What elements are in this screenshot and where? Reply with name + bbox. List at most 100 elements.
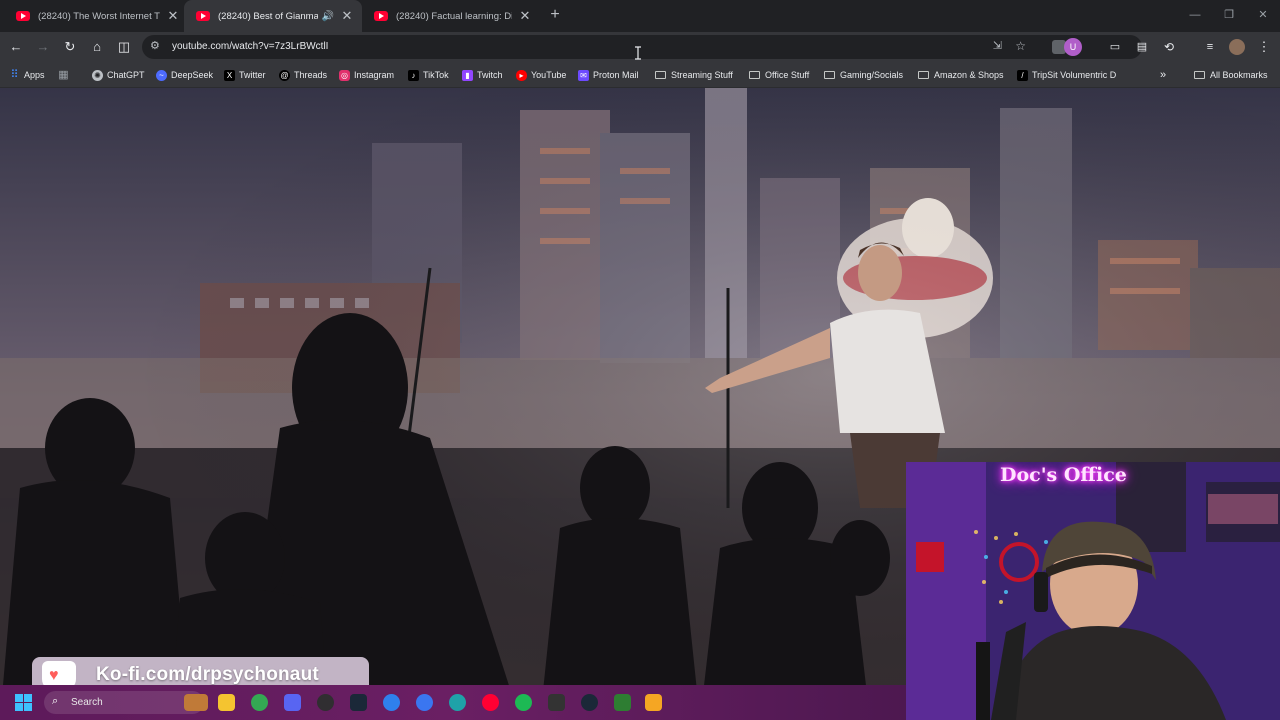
bookmark-label: TikTok — [423, 70, 449, 80]
ccleaner-icon[interactable] — [383, 694, 400, 711]
bookmark-label: Twitter — [239, 70, 266, 80]
x-icon: X — [224, 69, 235, 81]
bookmark-label: Proton Mail — [593, 70, 639, 80]
profile-avatar-icon[interactable] — [1229, 39, 1245, 55]
bookmark-label: ChatGPT — [107, 70, 145, 80]
bookmark-chatgpt[interactable]: ✺ ChatGPT — [92, 68, 145, 82]
tab-best-of-gianmarco[interactable]: (28240) Best of Gianmarco 🔊 ✕ — [184, 0, 362, 32]
bookmark-label: YouTube — [531, 70, 567, 80]
close-tab-icon[interactable]: ✕ — [340, 8, 354, 24]
home-icon[interactable]: ⌂ — [88, 38, 106, 56]
close-tab-icon[interactable]: ✕ — [166, 8, 180, 24]
history-icon[interactable]: ⟲ — [1160, 38, 1178, 56]
bookmark-twitch[interactable]: ▮ Twitch — [462, 68, 503, 82]
taskbar-search-box[interactable]: ⌕ Search — [44, 691, 204, 714]
webcam-overlay: Doc's Office — [906, 462, 1280, 720]
editor-icon[interactable] — [645, 694, 662, 711]
side-panel-icon[interactable]: ◫ — [115, 38, 133, 56]
file-explorer-icon[interactable] — [218, 694, 235, 711]
close-tab-icon[interactable]: ✕ — [518, 8, 532, 24]
back-arrow-icon[interactable]: ← — [7, 38, 25, 56]
terminal-icon[interactable] — [548, 694, 565, 711]
obs-icon[interactable] — [317, 694, 334, 711]
bookmark-folder-amazon[interactable]: Amazon & Shops — [918, 68, 1004, 82]
windows-taskbar: ⌕ Search — [0, 685, 906, 720]
bookmark-label: DeepSeek — [171, 70, 214, 80]
bookmark-instagram[interactable]: ◎ Instagram — [339, 68, 394, 82]
bookmark-folder-streaming[interactable]: Streaming Stuff — [655, 68, 733, 82]
bookmark-youtube[interactable]: ▸ YouTube — [516, 68, 566, 82]
webcam-frame — [906, 462, 1280, 720]
bookmarks-overflow-chevron-icon[interactable]: » — [1160, 68, 1166, 82]
media-controls-icon[interactable]: ≡ — [1201, 38, 1219, 56]
bookmark-deepseek[interactable]: ~ DeepSeek — [156, 68, 213, 82]
bookmark-proton-mail[interactable]: ✉ Proton Mail — [578, 68, 639, 82]
install-app-icon[interactable]: ⇲ — [993, 39, 1002, 52]
steam-client-icon[interactable] — [581, 694, 598, 711]
heart-icon: ♥ — [49, 667, 59, 684]
tab-worst-internet-trends[interactable]: (28240) The Worst Internet Tren ✕ — [4, 0, 188, 32]
tab-title: (28240) Best of Gianmarco — [218, 10, 318, 22]
bookmark-label: Threads — [294, 70, 328, 80]
youtube-music-icon[interactable] — [482, 694, 499, 711]
search-label: Search — [71, 697, 103, 708]
bookmark-label: Instagram — [354, 70, 395, 80]
tab-title: (28240) Factual learning: Disco — [396, 10, 512, 22]
reload-icon[interactable]: ↻ — [61, 38, 79, 56]
bookmark-label: TripSit Volumentric D — [1032, 70, 1117, 80]
youtube-icon: ▸ — [516, 69, 527, 81]
bookmark-tab-groups[interactable]: ▦ — [58, 68, 73, 82]
signal-icon[interactable] — [416, 694, 433, 711]
address-bar[interactable]: ⚙ youtube.com/watch?v=7z3LrBWctlI ⇲ ☆ — [142, 35, 1142, 59]
proton-icon: ✉ — [578, 69, 589, 81]
chatgpt-icon: ✺ — [92, 69, 103, 81]
restore-button[interactable]: ❐ — [1212, 0, 1246, 32]
bookmark-folder-office[interactable]: Office Stuff — [749, 68, 809, 82]
youtube-favicon-icon — [16, 11, 30, 21]
bookmark-star-icon[interactable]: ☆ — [1015, 39, 1026, 53]
forward-arrow-icon[interactable]: → — [34, 38, 52, 56]
bookmark-threads[interactable]: @ Threads — [279, 68, 327, 82]
bookmarks-bar: ⠿ Apps ▦ ✺ ChatGPT ~ DeepSeek X Twitter … — [0, 62, 1280, 88]
youtube-favicon-icon — [196, 11, 210, 21]
folder-icon — [1194, 71, 1205, 79]
widgets-icon[interactable] — [184, 694, 208, 711]
spotify-icon[interactable] — [515, 694, 532, 711]
threads-icon: @ — [279, 69, 290, 81]
speaker-icon[interactable]: 🔊 — [322, 11, 334, 22]
reading-mode-icon[interactable]: ▤ — [1133, 38, 1151, 56]
minimize-button[interactable]: — — [1178, 0, 1212, 32]
bookmark-label: Amazon & Shops — [934, 70, 1004, 80]
steam-icon[interactable] — [350, 694, 367, 711]
instagram-icon: ◎ — [339, 69, 350, 81]
cast-icon[interactable]: ▭ — [1106, 38, 1124, 56]
bookmark-tripsit[interactable]: / TripSit Volumentric D — [1017, 68, 1116, 82]
tab-strip: (28240) The Worst Internet Tren ✕ (28240… — [0, 0, 1280, 32]
folder-icon — [918, 71, 929, 79]
address-url[interactable]: youtube.com/watch?v=7z3LrBWctlI — [172, 41, 328, 52]
extension-badge-icon[interactable]: U — [1064, 38, 1082, 56]
app-icon[interactable] — [449, 694, 466, 711]
chrome-icon[interactable] — [251, 694, 268, 711]
close-window-button[interactable]: ✕ — [1246, 0, 1280, 32]
new-tab-button[interactable]: + — [546, 6, 564, 24]
site-info-icon[interactable]: ⚙ — [150, 39, 160, 52]
windows-start-icon[interactable] — [15, 694, 32, 711]
tab-factual-learning[interactable]: (28240) Factual learning: Disco ✕ — [362, 0, 540, 32]
folder-icon — [749, 71, 760, 79]
deepseek-icon: ~ — [156, 69, 167, 81]
bookmark-tiktok[interactable]: ♪ TikTok — [408, 68, 449, 82]
all-bookmarks-button[interactable]: All Bookmarks — [1194, 68, 1268, 82]
bookmark-apps[interactable]: ⠿ Apps — [9, 68, 44, 82]
kofi-text: Ko-fi.com/drpsychonaut — [96, 664, 319, 685]
youtube-favicon-icon — [374, 11, 388, 21]
bookmark-label: Streaming Stuff — [671, 70, 733, 80]
bookmark-label: Twitch — [477, 70, 503, 80]
bookmark-twitter[interactable]: X Twitter — [224, 68, 266, 82]
neon-sign-docs-office: Doc's Office — [1000, 464, 1127, 486]
menu-kebab-icon[interactable]: ⋮ — [1255, 38, 1273, 56]
apps-grid-icon: ⠿ — [10, 68, 19, 81]
bookmark-folder-gaming[interactable]: Gaming/Socials — [824, 68, 903, 82]
discord-icon[interactable] — [284, 694, 301, 711]
media-player-icon[interactable] — [614, 694, 631, 711]
